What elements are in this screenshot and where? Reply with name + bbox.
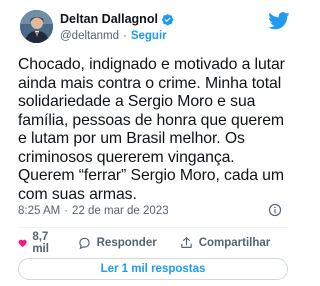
like-count: 8,7 mil — [32, 231, 49, 255]
verified-badge-icon — [161, 13, 174, 26]
timestamp-separator: · — [64, 205, 69, 217]
read-replies-button[interactable]: Ler 1 mil respostas — [18, 258, 288, 280]
action-bar: 8,7 mil Responder Compartilhar — [18, 231, 288, 255]
avatar[interactable] — [20, 10, 53, 43]
like-button[interactable]: 8,7 mil — [18, 231, 55, 255]
handle-separator: · — [122, 30, 127, 42]
author-name-row: Deltan Dallagnol — [60, 11, 260, 27]
share-label: Compartilhar — [198, 237, 271, 249]
author-handle-row: @deltanmd · Seguir — [60, 28, 260, 44]
reply-button[interactable]: Responder — [77, 236, 157, 250]
author-handle[interactable]: @deltanmd — [60, 30, 119, 42]
tweet-header: Deltan Dallagnol @deltanmd · Seguir — [20, 10, 290, 46]
tweet-time: 8:25 AM — [18, 205, 61, 217]
tweet-timestamp[interactable]: 8:25 AM · 22 de mar de 2023 — [18, 203, 288, 219]
tweet-date: 22 de mar de 2023 — [72, 205, 169, 217]
tweet-card: Deltan Dallagnol @deltanmd · Seguir Choc… — [0, 0, 300, 286]
info-icon[interactable] — [268, 203, 282, 217]
tweet-text: Chocado, indignado e motivado a lutar ai… — [18, 56, 285, 203]
follow-button[interactable]: Seguir — [131, 30, 167, 42]
divider — [18, 227, 288, 228]
author-display-name[interactable]: Deltan Dallagnol — [60, 12, 158, 26]
heart-icon — [18, 239, 27, 248]
share-button[interactable]: Compartilhar — [179, 236, 271, 250]
author-block: Deltan Dallagnol @deltanmd · Seguir — [60, 11, 260, 44]
reply-label: Responder — [96, 237, 157, 249]
twitter-bird-icon[interactable] — [268, 12, 290, 30]
share-icon — [180, 237, 192, 248]
reply-icon — [78, 237, 90, 250]
